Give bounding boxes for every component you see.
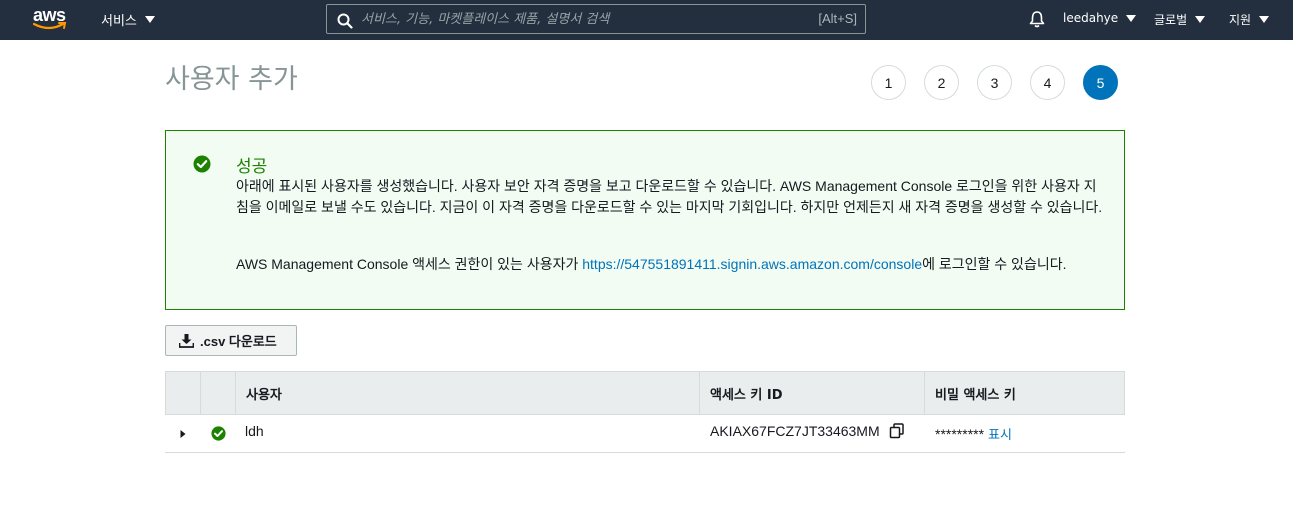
users-table: 사용자 액세스 키 ID 비밀 액세스 키 ldh AKIAX67FCZ7JT3… (165, 371, 1125, 453)
account-menu[interactable]: leedahye (1063, 11, 1137, 25)
notification-bell-icon[interactable] (1028, 10, 1046, 28)
download-csv-label: .csv 다운로드 (200, 334, 277, 349)
expand-row-toggle[interactable] (179, 415, 187, 452)
success-check-icon (211, 426, 226, 441)
services-menu[interactable]: 서비스 (101, 10, 155, 29)
search-icon (337, 13, 353, 29)
success-check-icon (193, 155, 211, 173)
cell-user-name: ldh (245, 422, 264, 439)
aws-logo[interactable]: aws (33, 5, 69, 33)
cell-secret-key: ********* 표시 (935, 415, 1012, 452)
step-2[interactable]: 2 (924, 65, 959, 100)
step-5: 5 (1083, 65, 1118, 100)
services-label: 서비스 (101, 14, 137, 29)
smile-arrow-icon (33, 22, 67, 30)
step-4[interactable]: 4 (1030, 65, 1065, 100)
download-csv-button[interactable]: .csv 다운로드 (165, 325, 297, 356)
page-title: 사용자 추가 (165, 64, 298, 95)
support-label: 지원 (1229, 13, 1252, 27)
column-header-user[interactable]: 사용자 (235, 372, 699, 414)
column-header-secret-key[interactable]: 비밀 액세스 키 (924, 372, 1124, 414)
console-suffix: 에 로그인할 수 있습니다. (922, 256, 1067, 272)
show-secret-link[interactable]: 표시 (988, 424, 1012, 443)
copy-icon[interactable] (889, 422, 905, 439)
search-shortcut-hint: [Alt+S] (818, 11, 857, 26)
caret-down-icon (1126, 14, 1137, 22)
step-1[interactable]: 1 (871, 65, 906, 100)
console-signin-link[interactable]: https://547551891411.signin.aws.amazon.c… (582, 256, 922, 272)
success-description: 아래에 표시된 사용자를 생성했습니다. 사용자 보안 자격 증명을 보고 다운… (236, 178, 1103, 215)
search-box[interactable]: [Alt+S] (326, 4, 866, 34)
support-menu[interactable]: 지원 (1229, 11, 1270, 28)
header-divider (200, 372, 201, 414)
table-header: 사용자 액세스 키 ID 비밀 액세스 키 (165, 371, 1125, 415)
row-status (211, 415, 226, 452)
caret-down-icon (1259, 16, 1270, 23)
account-label: leedahye (1063, 11, 1119, 25)
region-label: 글로벌 (1154, 13, 1188, 27)
success-heading: 성공 (236, 157, 268, 177)
wizard-steps: 1 2 3 4 5 (871, 65, 1118, 100)
success-alert: 성공 아래에 표시된 사용자를 생성했습니다. 사용자 보안 자격 증명을 보고… (165, 130, 1125, 310)
caret-right-icon (180, 429, 186, 438)
caret-down-icon (144, 16, 155, 23)
table-row: ldh AKIAX67FCZ7JT33463MM ********* 표시 (165, 415, 1125, 453)
secret-key-masked: ********* (935, 425, 985, 442)
console-prefix: AWS Management Console 액세스 권한이 있는 사용자가 (236, 256, 583, 272)
access-key-id-value: AKIAX67FCZ7JT33463MM (710, 422, 880, 439)
caret-down-icon (1195, 16, 1206, 23)
download-icon (179, 333, 194, 348)
step-3[interactable]: 3 (977, 65, 1012, 100)
column-header-access-key-id[interactable]: 액세스 키 ID (699, 372, 924, 414)
cell-access-key-id: AKIAX67FCZ7JT33463MM (710, 412, 905, 449)
top-navigation: aws 서비스 [Alt+S] leedahye 글로벌 지원 (0, 0, 1293, 40)
console-signin-text: AWS Management Console 액세스 권한이 있는 사용자가 h… (236, 254, 1066, 274)
region-menu[interactable]: 글로벌 (1154, 11, 1206, 28)
search-input[interactable] (361, 8, 801, 30)
